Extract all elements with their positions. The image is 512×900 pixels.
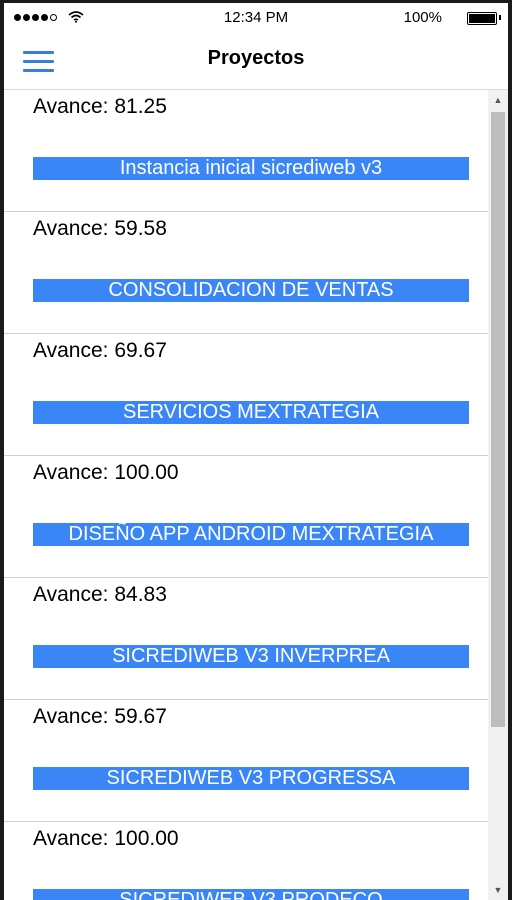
project-list[interactable]: Avance: 81.25 Instancia inicial sicrediw…	[4, 90, 488, 900]
status-bar: 12:34 PM 100%	[4, 3, 508, 33]
progress-label: Avance: 69.67	[33, 339, 167, 362]
project-button[interactable]: SICREDIWEB V3 PRODECO	[33, 889, 469, 900]
project-item: Avance: 69.67 SERVICIOS MEXTRATEGIA	[4, 334, 488, 456]
project-item: Avance: 100.00 SICREDIWEB V3 PRODECO	[4, 822, 488, 900]
progress-label: Avance: 59.67	[33, 705, 167, 728]
battery-percentage: 100%	[403, 9, 442, 26]
device-frame-right	[508, 0, 512, 900]
battery-tip	[499, 15, 501, 20]
progress-label: Avance: 100.00	[33, 461, 179, 484]
project-item: Avance: 81.25 Instancia inicial sicrediw…	[4, 90, 488, 212]
battery-icon	[467, 12, 497, 25]
project-button[interactable]: SICREDIWEB V3 INVERPREA	[33, 645, 469, 668]
scroll-up-arrow-icon[interactable]: ▲	[488, 90, 508, 110]
project-button[interactable]: SERVICIOS MEXTRATEGIA	[33, 401, 469, 424]
scrollbar[interactable]: ▲ ▼	[488, 90, 508, 900]
progress-label: Avance: 100.00	[33, 827, 179, 850]
navigation-bar: Proyectos	[4, 33, 508, 90]
scrollbar-thumb[interactable]	[491, 112, 505, 727]
project-item: Avance: 100.00 DISEÑO APP ANDROID MEXTRA…	[4, 456, 488, 578]
scroll-down-arrow-icon[interactable]: ▼	[488, 880, 508, 900]
project-item: Avance: 84.83 SICREDIWEB V3 INVERPREA	[4, 578, 488, 700]
project-button[interactable]: CONSOLIDACION DE VENTAS	[33, 279, 469, 302]
project-button[interactable]: DISEÑO APP ANDROID MEXTRATEGIA	[33, 523, 469, 546]
project-item: Avance: 59.67 SICREDIWEB V3 PROGRESSA	[4, 700, 488, 822]
progress-label: Avance: 81.25	[33, 95, 167, 118]
page-title: Proyectos	[207, 47, 305, 69]
project-item: Avance: 59.58 CONSOLIDACION DE VENTAS	[4, 212, 488, 334]
progress-label: Avance: 59.58	[33, 217, 167, 240]
project-button[interactable]: SICREDIWEB V3 PROGRESSA	[33, 767, 469, 790]
project-button[interactable]: Instancia inicial sicrediweb v3	[33, 157, 469, 180]
progress-label: Avance: 84.83	[33, 583, 167, 606]
